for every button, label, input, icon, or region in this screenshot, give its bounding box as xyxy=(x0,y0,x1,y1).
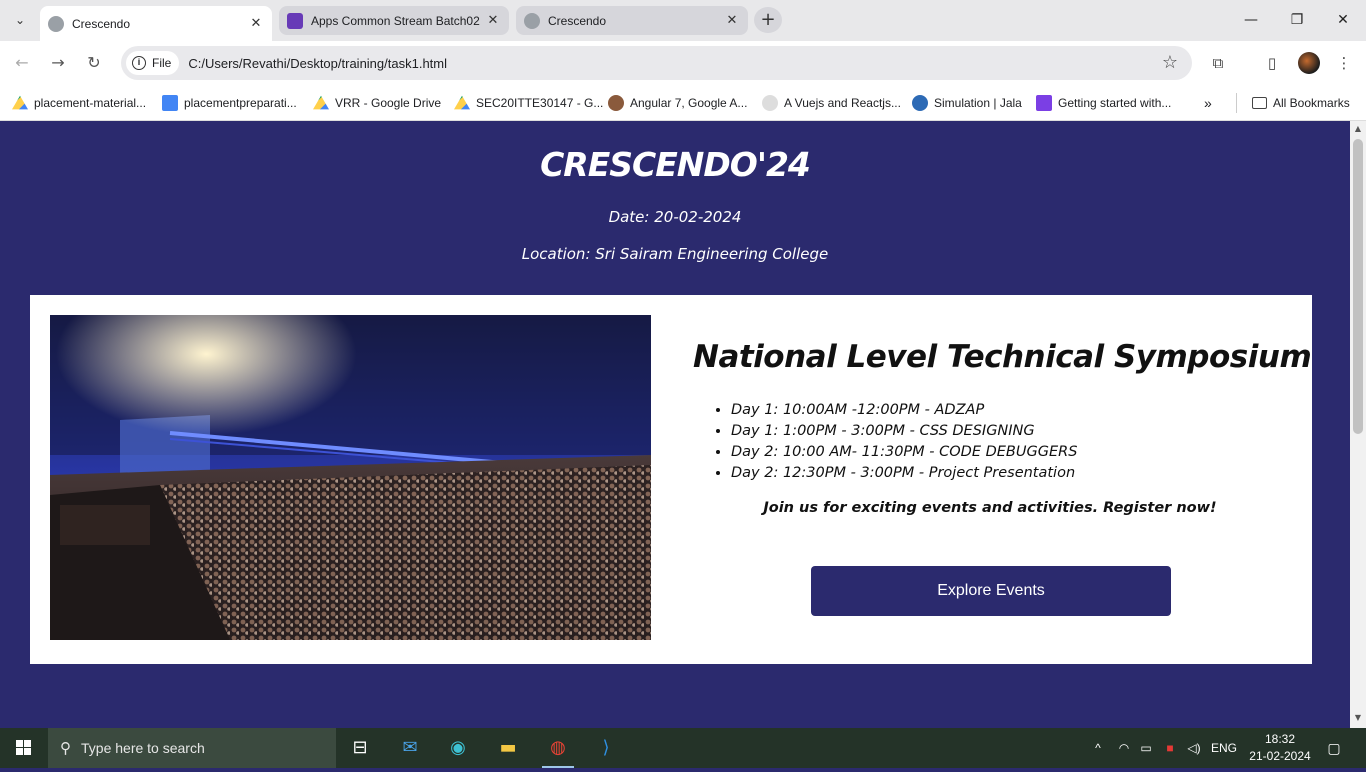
taskbar-search-box[interactable]: ⚲ Type here to search xyxy=(48,728,336,768)
auditorium-image xyxy=(50,315,651,640)
all-bookmarks-button[interactable]: All Bookmarks xyxy=(1252,93,1350,113)
tab-strip: ⌄ Crescendo ✕ Apps Common Stream Batch02… xyxy=(0,0,1366,41)
event-date: Date: 20-02-2024 xyxy=(608,208,742,226)
clock-date: 21-02-2024 xyxy=(1249,749,1311,763)
schedule-item: Day 2: 10:00 AM- 11:30PM - CODE DEBUGGER… xyxy=(731,442,1077,463)
tab-title: Crescendo xyxy=(548,13,607,28)
new-tab-button[interactable]: + xyxy=(754,7,782,33)
battery-icon[interactable]: ▭ xyxy=(1136,728,1156,768)
address-bar[interactable]: i File C:/Users/Revathi/Desktop/training… xyxy=(121,46,1192,80)
start-button[interactable] xyxy=(0,728,48,768)
google-docs-icon xyxy=(162,95,178,111)
clock-time: 18:32 xyxy=(1264,732,1296,746)
scroll-thumb[interactable] xyxy=(1353,139,1363,434)
tab-crescendo[interactable]: Crescendo ✕ xyxy=(516,6,748,35)
google-drive-icon xyxy=(12,95,28,110)
tab-title: Apps Common Stream Batch02 xyxy=(311,13,480,28)
bookmark-item[interactable]: VRR - Google Drive xyxy=(313,93,441,113)
hexagon-icon xyxy=(762,95,778,111)
scroll-up-arrow-icon[interactable]: ▲ xyxy=(1353,124,1363,134)
bookmark-item[interactable]: Simulation | Jala xyxy=(912,93,1022,113)
event-card: National Level Technical Symposium Day 1… xyxy=(30,295,1312,664)
browser-toolbar: ← → ↻ i File C:/Users/Revathi/Desktop/tr… xyxy=(0,41,1366,85)
google-drive-icon xyxy=(313,95,329,110)
edge-icon[interactable]: ◉ xyxy=(434,728,482,768)
globe-icon xyxy=(524,12,540,29)
chrome-icon[interactable]: ◍ xyxy=(534,728,582,768)
back-button[interactable]: ← xyxy=(10,51,34,75)
side-panel-icon[interactable]: ▯ xyxy=(1260,51,1284,75)
file-explorer-icon[interactable]: ▬ xyxy=(484,728,532,768)
cta-text: Join us for exciting events and activiti… xyxy=(763,500,1217,516)
bookmark-item[interactable]: placementpreparati... xyxy=(162,93,297,113)
close-icon[interactable]: ✕ xyxy=(485,13,501,28)
close-icon[interactable]: ✕ xyxy=(248,16,264,31)
bookmark-item[interactable]: Getting started with... xyxy=(1036,93,1171,113)
schedule-item: Day 1: 10:00AM -12:00PM - ADZAP xyxy=(731,400,1077,421)
taskbar-clock[interactable]: 18:32 21-02-2024 xyxy=(1248,731,1312,765)
vscode-icon[interactable]: ⟩ xyxy=(582,728,630,768)
tab-search-icon[interactable]: ⌄ xyxy=(8,8,32,32)
more-bookmarks-button[interactable]: » xyxy=(1204,93,1212,113)
minimize-button[interactable]: — xyxy=(1228,0,1274,40)
profile-avatar[interactable] xyxy=(1298,52,1320,74)
schedule-list: Day 1: 10:00AM -12:00PM - ADZAP Day 1: 1… xyxy=(731,400,1077,484)
bookmark-item[interactable]: placement-material... xyxy=(12,93,146,113)
restore-button[interactable]: ❐ xyxy=(1274,0,1320,40)
bookmark-item[interactable]: A Vuejs and Reactjs... xyxy=(762,93,901,113)
mail-icon[interactable]: ✉ xyxy=(386,728,434,768)
notifications-icon[interactable]: ▢ xyxy=(1320,728,1348,768)
tab-crescendo-active[interactable]: Crescendo ✕ xyxy=(40,6,272,41)
google-drive-icon xyxy=(454,95,470,110)
bookmarks-divider xyxy=(1236,93,1237,113)
bookmark-item[interactable]: SEC20ITTE30147 - G... xyxy=(454,93,603,113)
browser-chrome: ⌄ Crescendo ✕ Apps Common Stream Batch02… xyxy=(0,0,1366,121)
scroll-down-arrow-icon[interactable]: ▼ xyxy=(1353,713,1363,723)
task-view-icon[interactable]: ⊟ xyxy=(336,728,384,768)
volume-icon[interactable]: ◁) xyxy=(1184,728,1204,768)
globe-icon xyxy=(48,15,64,32)
site-info-chip[interactable]: i File xyxy=(126,51,180,75)
event-location: Location: Sri Sairam Engineering College xyxy=(521,245,829,263)
scheme-label: File xyxy=(152,56,172,70)
forward-button[interactable]: → xyxy=(46,51,70,75)
antivirus-icon[interactable]: ■ xyxy=(1160,728,1180,768)
language-indicator[interactable]: ENG xyxy=(1208,728,1240,768)
bookmark-item[interactable]: Angular 7, Google A... xyxy=(608,93,747,113)
jala-icon xyxy=(912,95,928,111)
person-icon xyxy=(608,95,624,111)
folder-icon xyxy=(1252,97,1267,109)
chevron-up-icon[interactable]: ^ xyxy=(1088,728,1108,768)
windows-logo-icon xyxy=(16,740,31,755)
search-icon: ⚲ xyxy=(60,740,71,757)
info-icon: i xyxy=(132,56,146,70)
forms-icon xyxy=(287,12,303,29)
vertical-scrollbar[interactable]: ▲ ▼ xyxy=(1350,121,1366,728)
rocket-icon xyxy=(1036,95,1052,111)
extensions-icon[interactable]: ⧉ xyxy=(1206,51,1230,75)
url-text[interactable]: C:/Users/Revathi/Desktop/training/task1.… xyxy=(188,56,447,71)
network-icon[interactable]: ◠ xyxy=(1114,728,1134,768)
page-title: CRESCENDO'24 xyxy=(540,145,811,184)
search-placeholder: Type here to search xyxy=(81,740,205,756)
explore-events-button[interactable]: Explore Events xyxy=(811,566,1171,616)
reload-button[interactable]: ↻ xyxy=(82,51,106,75)
page-content: CRESCENDO'24 Date: 20-02-2024 Location: … xyxy=(0,121,1350,728)
bookmark-star-icon[interactable]: ☆ xyxy=(1162,52,1178,73)
close-window-button[interactable]: ✕ xyxy=(1320,0,1366,40)
event-title: National Level Technical Symposium xyxy=(693,339,1312,375)
windows-taskbar: ⚲ Type here to search ⊟ ✉ ◉ ▬ ◍ ⟩ ^ ◠ ▭ … xyxy=(0,728,1366,768)
schedule-item: Day 2: 12:30PM - 3:00PM - Project Presen… xyxy=(731,463,1077,484)
schedule-item: Day 1: 1:00PM - 3:00PM - CSS DESIGNING xyxy=(731,421,1077,442)
menu-kebab-icon[interactable]: ⋮ xyxy=(1332,51,1356,75)
tab-apps-common-stream[interactable]: Apps Common Stream Batch02 ✕ xyxy=(279,6,509,35)
bookmarks-bar: placement-material... placementpreparati… xyxy=(0,85,1366,121)
auditorium-photo xyxy=(50,315,651,640)
close-icon[interactable]: ✕ xyxy=(724,13,740,28)
tab-title: Crescendo xyxy=(72,16,131,31)
